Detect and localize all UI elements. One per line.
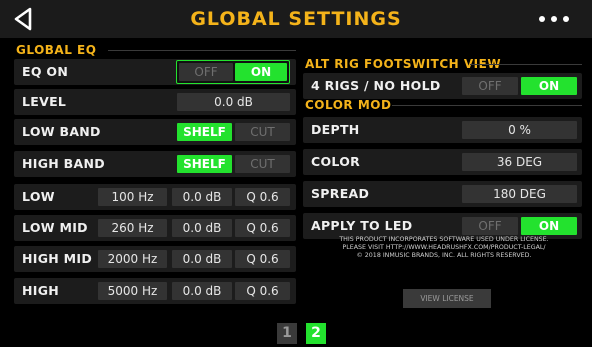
section-divider [470, 64, 582, 65]
spread-value[interactable]: 180 DEG [462, 185, 577, 203]
depth-value[interactable]: 0 % [462, 121, 577, 139]
page-2-button[interactable]: 2 [306, 323, 326, 344]
apply-led-on-option[interactable]: ON [521, 217, 577, 235]
low-band-label: LOW BAND [22, 124, 101, 139]
level-value[interactable]: 0.0 dB [177, 93, 290, 111]
alt-rig-on-option[interactable]: ON [521, 77, 577, 95]
spread-row: SPREAD 180 DEG [303, 181, 582, 207]
eq-on-row: EQ ON OFF ON [14, 59, 296, 85]
band-label: HIGH [22, 283, 60, 298]
license-line: © 2018 INMUSIC BRANDS, INC. ALL RIGHTS R… [356, 252, 532, 259]
band-label: LOW [22, 189, 55, 204]
eq-on-label: EQ ON [22, 64, 69, 79]
more-dots-icon[interactable] [530, 8, 578, 30]
band-row-low-mid: LOW MID 260 Hz 0.0 dB Q 0.6 [14, 215, 296, 241]
global-eq-section-title: GLOBAL EQ [16, 43, 97, 57]
low-band-cut-option[interactable]: CUT [235, 123, 290, 141]
color-mod-section-title: COLOR MOD [305, 98, 392, 112]
band-frequency[interactable]: 100 Hz [98, 188, 167, 206]
eq-off-option[interactable]: OFF [179, 63, 233, 81]
alt-rig-row: 4 RIGS / NO HOLD OFF ON [303, 73, 582, 99]
high-band-row: HIGH BAND SHELF CUT [14, 151, 296, 177]
spread-label: SPREAD [311, 186, 370, 201]
apply-led-off-option[interactable]: OFF [462, 217, 518, 235]
low-band-row: LOW BAND SHELF CUT [14, 119, 296, 145]
color-label: COLOR [311, 154, 361, 169]
license-line[interactable]: PLEASE VISIT HTTP://WWW.HEADRUSHFX.COM/P… [312, 244, 576, 252]
band-q[interactable]: Q 0.6 [235, 282, 290, 300]
band-frequency[interactable]: 5000 Hz [98, 282, 167, 300]
high-band-cut-option[interactable]: CUT [235, 155, 290, 173]
high-band-label: HIGH BAND [22, 156, 105, 171]
section-divider [392, 105, 582, 106]
band-gain[interactable]: 0.0 dB [172, 282, 232, 300]
band-gain[interactable]: 0.0 dB [172, 188, 232, 206]
level-label: LEVEL [22, 94, 67, 109]
band-q[interactable]: Q 0.6 [235, 188, 290, 206]
band-q[interactable]: Q 0.6 [235, 219, 290, 237]
band-row-high-mid: HIGH MID 2000 Hz 0.0 dB Q 0.6 [14, 246, 296, 272]
section-divider [108, 50, 296, 51]
band-row-high: HIGH 5000 Hz 0.0 dB Q 0.6 [14, 278, 296, 304]
low-band-shelf-option[interactable]: SHELF [177, 123, 232, 141]
level-row: LEVEL 0.0 dB [14, 89, 296, 115]
band-label: HIGH MID [22, 251, 93, 266]
band-row-low: LOW 100 Hz 0.0 dB Q 0.6 [14, 184, 296, 210]
band-frequency[interactable]: 260 Hz [98, 219, 167, 237]
license-notice: THIS PRODUCT INCORPORATES SOFTWARE USED … [312, 236, 576, 260]
alt-rig-off-option[interactable]: OFF [462, 77, 518, 95]
band-label: LOW MID [22, 220, 88, 235]
depth-label: DEPTH [311, 122, 360, 137]
eq-on-toggle[interactable]: OFF ON [176, 60, 290, 84]
back-arrow-icon[interactable] [12, 7, 34, 31]
high-band-shelf-option[interactable]: SHELF [177, 155, 232, 173]
view-license-button[interactable]: VIEW LICENSE [403, 289, 491, 308]
page-1-button[interactable]: 1 [277, 323, 297, 344]
band-q[interactable]: Q 0.6 [235, 250, 290, 268]
band-gain[interactable]: 0.0 dB [172, 219, 232, 237]
eq-on-option[interactable]: ON [235, 63, 287, 81]
license-line: THIS PRODUCT INCORPORATES SOFTWARE USED … [339, 236, 549, 243]
depth-row: DEPTH 0 % [303, 117, 582, 143]
band-gain[interactable]: 0.0 dB [172, 250, 232, 268]
alt-rig-label: 4 RIGS / NO HOLD [311, 78, 441, 93]
band-frequency[interactable]: 2000 Hz [98, 250, 167, 268]
color-row: COLOR 36 DEG [303, 149, 582, 175]
color-value[interactable]: 36 DEG [462, 153, 577, 171]
top-bar [0, 0, 592, 38]
